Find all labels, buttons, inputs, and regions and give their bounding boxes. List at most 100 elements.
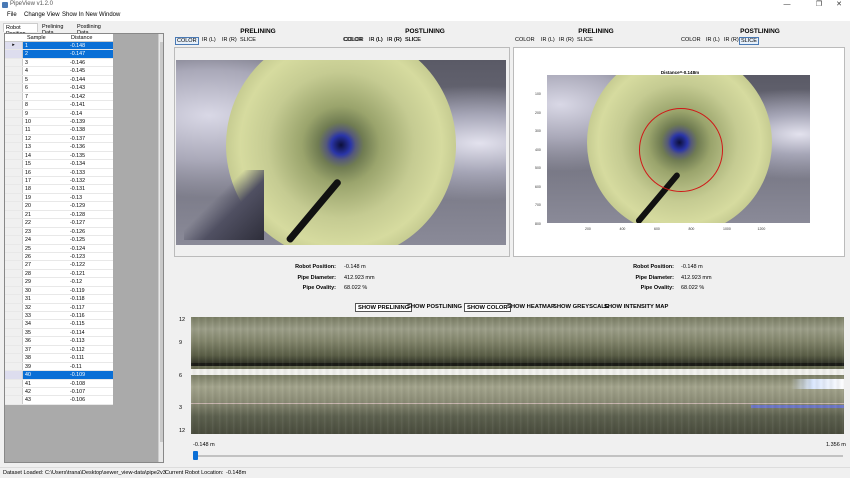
table-row[interactable]: 43 -0.106 [5, 396, 113, 405]
grid-scrollbar[interactable] [158, 34, 163, 462]
col-distance-header[interactable]: Distance [71, 35, 92, 41]
row-selector[interactable] [5, 58, 23, 67]
row-selector[interactable] [5, 396, 23, 404]
row-selector[interactable] [5, 193, 23, 202]
table-row[interactable]: 23 -0.126 [5, 227, 113, 237]
row-selector[interactable] [5, 101, 23, 109]
table-row[interactable]: 5 -0.144 [5, 75, 113, 85]
show-color-button[interactable]: SHOW COLOR [464, 303, 511, 312]
right2-slice-tab[interactable]: SLICE [739, 37, 759, 45]
row-selector[interactable] [5, 75, 23, 84]
left-pre-irl-tab[interactable]: IR (L) [201, 37, 217, 43]
row-selector[interactable] [5, 269, 23, 278]
row-selector[interactable] [5, 252, 23, 261]
right-post-irr-tab[interactable]: IR (R) [558, 37, 575, 43]
table-row[interactable]: 18 -0.131 [5, 185, 113, 194]
row-selector[interactable] [5, 320, 23, 328]
table-row[interactable]: 39 -0.11 [5, 362, 113, 372]
row-selector[interactable] [5, 92, 23, 101]
table-row[interactable]: 6 -0.143 [5, 84, 113, 93]
row-selector[interactable] [5, 210, 23, 219]
row-selector[interactable] [5, 168, 23, 176]
table-row[interactable]: 27 -0.122 [5, 261, 113, 270]
table-row[interactable]: 14 -0.135 [5, 151, 113, 161]
table-row[interactable]: 30 -0.119 [5, 286, 113, 296]
table-row[interactable]: 8 -0.141 [5, 101, 113, 110]
table-row[interactable]: 4 -0.145 [5, 67, 113, 76]
table-row[interactable]: 32 -0.117 [5, 303, 113, 312]
right-pre-color-tab[interactable]: COLOR [342, 37, 364, 43]
row-selector[interactable] [5, 160, 23, 168]
right-pre-irr-tab[interactable]: IR (R) [386, 37, 403, 43]
row-selector[interactable] [5, 328, 23, 337]
menu-change-view[interactable]: Change View [24, 12, 60, 18]
right2-color-tab[interactable]: COLOR [680, 37, 702, 43]
row-selector[interactable] [5, 117, 23, 126]
table-row[interactable]: 37 -0.112 [5, 345, 113, 355]
table-row[interactable]: ▸ 1 -0.148 [5, 42, 113, 51]
row-selector[interactable] [5, 337, 23, 345]
table-row[interactable]: 21 -0.128 [5, 210, 113, 220]
table-row[interactable]: 12 -0.137 [5, 134, 113, 144]
show-postlining-button[interactable]: SHOW POSTLINING [405, 303, 464, 312]
row-selector[interactable] [5, 295, 23, 303]
row-selector[interactable] [5, 134, 23, 143]
left-pre-slice-tab[interactable]: SLICE [239, 37, 257, 43]
col-sample-header[interactable]: Sample [27, 35, 46, 41]
row-selector[interactable] [5, 109, 23, 117]
menu-show-new-window[interactable]: Show In New Window [62, 12, 120, 18]
tab-robot-position[interactable]: Robot Position [3, 23, 38, 37]
row-selector[interactable] [5, 379, 23, 387]
row-selector[interactable] [5, 278, 23, 286]
left-pre-irr-tab[interactable]: IR (R) [221, 37, 238, 43]
right-pre-irl-tab[interactable]: IR (L) [368, 37, 384, 43]
table-row[interactable]: 7 -0.142 [5, 92, 113, 102]
close-button[interactable]: ✕ [830, 0, 848, 10]
show-heatmap-button[interactable]: SHOW HEATMAP [505, 303, 557, 312]
row-selector[interactable] [5, 354, 23, 362]
table-row[interactable]: 28 -0.121 [5, 269, 113, 279]
row-selector[interactable] [5, 387, 23, 396]
row-selector[interactable] [5, 185, 23, 193]
table-row[interactable]: 38 -0.111 [5, 354, 113, 363]
row-selector[interactable] [5, 202, 23, 210]
position-slider-thumb[interactable] [193, 451, 198, 460]
table-row[interactable]: 2 -0.147 [5, 50, 113, 59]
table-row[interactable]: 13 -0.136 [5, 143, 113, 152]
right-post-slice-tab[interactable]: SLICE [576, 37, 594, 43]
row-selector[interactable] [5, 345, 23, 354]
show-prelining-button[interactable]: SHOW PRELINING [355, 303, 413, 312]
row-selector[interactable] [5, 261, 23, 269]
table-row[interactable]: 33 -0.116 [5, 312, 113, 321]
table-row[interactable]: 20 -0.129 [5, 202, 113, 211]
right2-irl-tab[interactable]: IR (L) [705, 37, 721, 43]
minimize-button[interactable]: — [778, 0, 796, 10]
table-row[interactable]: 35 -0.114 [5, 328, 113, 338]
row-selector[interactable] [5, 244, 23, 252]
scroll-thumb[interactable] [160, 42, 163, 442]
row-selector[interactable] [5, 177, 23, 185]
table-row[interactable]: 36 -0.113 [5, 337, 113, 346]
table-row[interactable]: 3 -0.146 [5, 58, 113, 68]
right-post-color-tab[interactable]: COLOR [514, 37, 536, 43]
row-selector[interactable] [5, 312, 23, 320]
row-selector[interactable] [5, 126, 23, 134]
table-row[interactable]: 24 -0.125 [5, 236, 113, 245]
row-selector[interactable] [5, 67, 23, 75]
table-row[interactable]: 31 -0.118 [5, 295, 113, 304]
row-selector[interactable] [5, 50, 23, 58]
tab-postlining-data[interactable]: Postlining Data [75, 23, 113, 36]
table-row[interactable]: 40 -0.109 [5, 371, 113, 380]
tab-prelining-data[interactable]: Prelining Data [40, 23, 75, 36]
table-row[interactable]: 10 -0.139 [5, 117, 113, 127]
table-row[interactable]: 25 -0.124 [5, 244, 113, 253]
left-pre-color-tab[interactable]: COLOR [175, 37, 199, 45]
row-selector[interactable] [5, 219, 23, 227]
right-post-irl-tab[interactable]: IR (L) [540, 37, 556, 43]
table-row[interactable]: 19 -0.13 [5, 193, 113, 203]
table-row[interactable]: 42 -0.107 [5, 387, 113, 397]
row-selector[interactable] [5, 362, 23, 371]
row-selector[interactable] [5, 227, 23, 236]
row-selector[interactable] [5, 371, 23, 379]
maximize-button[interactable]: ❐ [810, 0, 828, 10]
